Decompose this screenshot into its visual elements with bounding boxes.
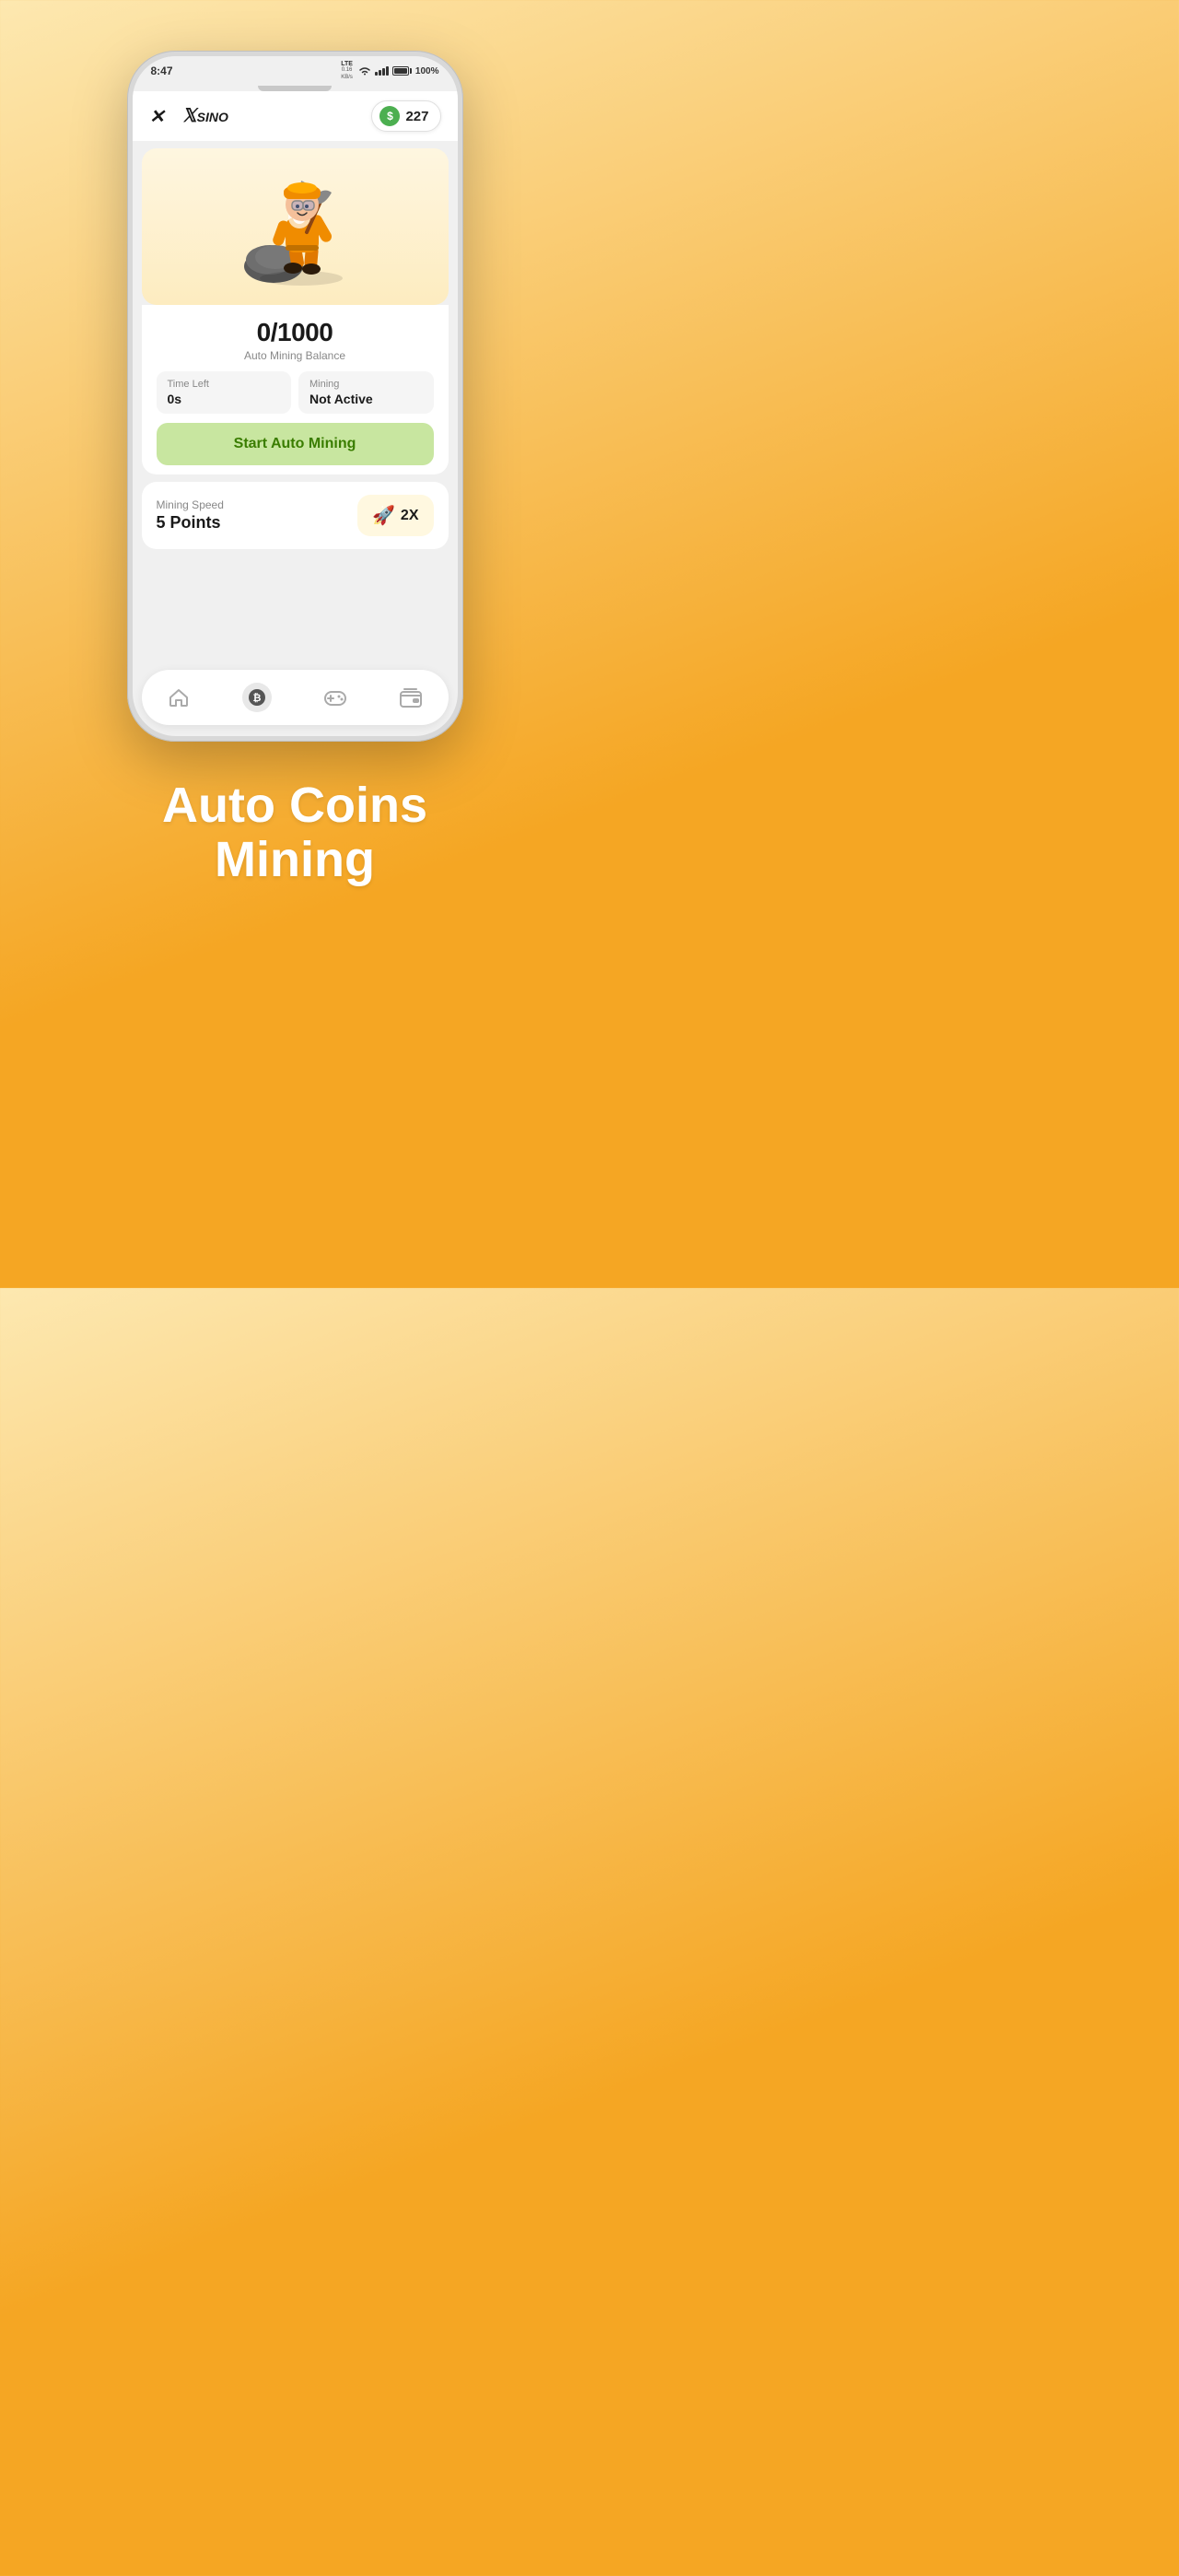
phone-frame: 8:47 LTE 0.16KB/s [127,51,463,742]
logo: ✕ 𝕏 SINO [149,106,228,126]
time-left-box: Time Left 0s [157,371,292,414]
rocket-icon: 🚀 [372,504,395,527]
app-header: ✕ 𝕏 SINO $ 227 [133,91,458,141]
empty-content-area [133,549,458,664]
logo-sino-text: SINO [197,110,228,124]
phone-screen: 8:47 LTE 0.16KB/s [133,56,458,736]
home-icon [168,686,190,708]
logo-icon: ✕ [149,106,179,126]
main-content: 0/1000 Auto Mining Balance Time Left 0s … [133,141,458,664]
mining-speed-card: Mining Speed 5 Points 🚀 2X [142,482,449,549]
mining-illustration [142,148,449,305]
speed-label: Mining Speed [157,498,224,511]
gamepad-icon [323,687,347,708]
status-icons: LTE 0.16KB/s [341,61,438,80]
wifi-icon [358,65,371,76]
signal-icon [375,66,389,76]
logo-x-symbol: 𝕏 [182,107,197,125]
tagline-line2: Mining [162,833,427,887]
nav-item-game[interactable] [312,684,358,711]
bitcoin-icon: ₿ [248,688,266,707]
battery-percent: 100% [415,66,439,76]
battery-icon [392,66,412,76]
start-mining-button[interactable]: Start Auto Mining [157,423,434,465]
mining-stats: Time Left 0s Mining Not Active [157,371,434,414]
lte-label: LTE [341,61,353,67]
svg-text:₿: ₿ [252,693,261,704]
speed-badge[interactable]: 🚀 2X [357,495,433,536]
nav-item-mining[interactable]: ₿ [231,679,283,716]
status-bar: 8:47 LTE 0.16KB/s [133,56,458,86]
svg-text:✕: ✕ [149,107,166,126]
mining-label: Mining [309,379,423,390]
mining-status-box: Mining Not Active [298,371,434,414]
mining-balance-label: Auto Mining Balance [157,349,434,362]
time-left-value: 0s [168,392,281,406]
time-left-label: Time Left [168,379,281,390]
nav-item-wallet[interactable] [389,684,433,711]
header-balance: 227 [405,109,428,124]
tagline-line1: Auto Coins [162,779,427,833]
dollar-icon: $ [379,106,400,126]
balance-section: 0/1000 Auto Mining Balance Time Left 0s … [142,305,449,474]
speed-multiplier: 2X [401,508,419,524]
miner-svg [235,160,355,294]
mining-nav-circle: ₿ [242,683,272,712]
balance-badge[interactable]: $ 227 [371,100,440,132]
tagline: Auto Coins Mining [162,779,427,925]
nav-item-home[interactable] [157,683,201,712]
speed-value: 5 Points [157,513,224,533]
mining-balance-value: 0/1000 [157,318,434,347]
status-time: 8:47 [151,64,173,77]
kb-label: 0.16KB/s [341,67,353,80]
bottom-nav: ₿ [142,670,449,725]
speed-info: Mining Speed 5 Points [157,498,224,533]
mining-status: Not Active [309,392,423,406]
wallet-icon [400,687,422,708]
